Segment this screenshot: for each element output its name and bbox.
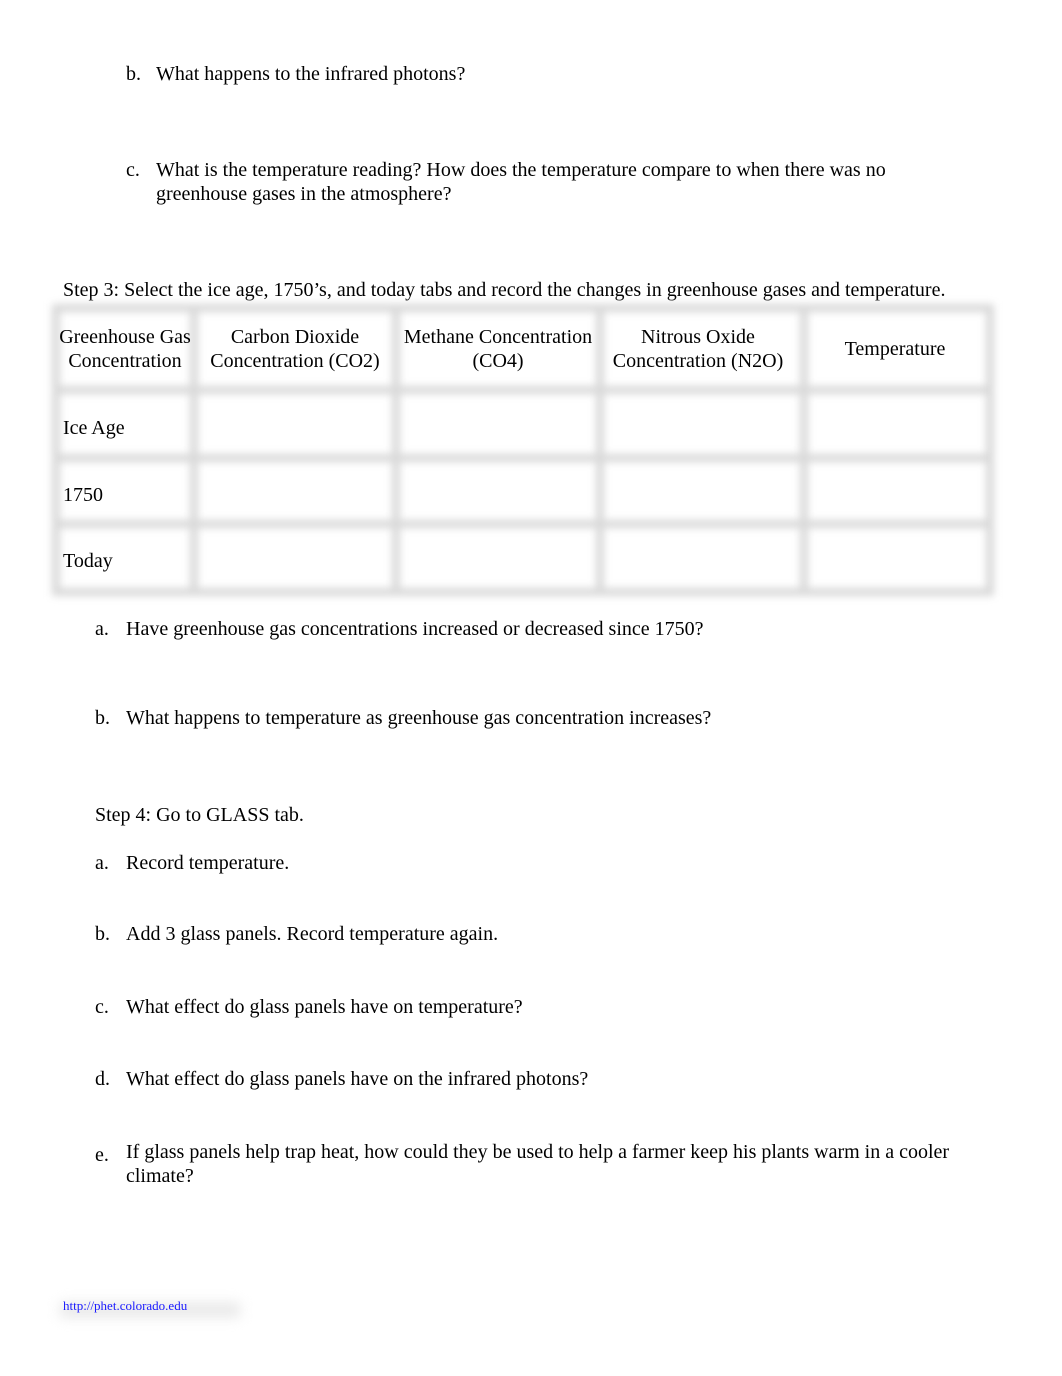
question-item: a. Record temperature. bbox=[95, 851, 995, 875]
table-header-cell: Temperature bbox=[844, 338, 946, 360]
question-text: Record temperature. bbox=[126, 852, 290, 874]
question-text: Add 3 glass panels. Record temperature a… bbox=[126, 923, 499, 945]
question-text: What effect do glass panels have on the … bbox=[126, 1068, 589, 1090]
question-marker: b. bbox=[95, 707, 110, 729]
table-header-cell: Nitrous Oxide Concentration (N2O) bbox=[612, 326, 784, 372]
table-cell-input[interactable] bbox=[808, 392, 986, 454]
table-cell-input[interactable] bbox=[198, 460, 392, 520]
table-cell-input[interactable] bbox=[198, 526, 392, 588]
step4-instruction: Step 4: Go to GLASS tab. bbox=[95, 804, 304, 826]
table-cell-input[interactable] bbox=[604, 460, 800, 520]
footer-link[interactable]: http://phet.colorado.edu bbox=[63, 1298, 187, 1314]
table-cell-input[interactable] bbox=[198, 392, 392, 454]
question-marker: c. bbox=[126, 159, 140, 181]
question-marker: b. bbox=[126, 63, 141, 85]
greenhouse-gas-table: Greenhouse Gas Concentration Carbon Diox… bbox=[52, 304, 994, 596]
table-cell-input[interactable] bbox=[400, 526, 596, 588]
question-marker: b. bbox=[95, 923, 110, 945]
table-header-cell: Carbon Dioxide Concentration (CO2) bbox=[210, 326, 380, 372]
question-item: e. If glass panels help trap heat, how c… bbox=[95, 1140, 995, 1188]
question-item: b. What happens to the infrared photons? bbox=[126, 62, 986, 86]
question-item: c. What is the temperature reading? How … bbox=[126, 158, 956, 206]
table-cell-input[interactable] bbox=[604, 526, 800, 588]
step3-instruction: Step 3: Select the ice age, 1750’s, and … bbox=[63, 279, 946, 301]
question-text: What is the temperature reading? How doe… bbox=[156, 159, 886, 205]
table-header-cell: Greenhouse Gas Concentration bbox=[59, 326, 191, 372]
question-marker: c. bbox=[95, 996, 109, 1018]
table-row-label: 1750 bbox=[63, 484, 103, 506]
table-cell-input[interactable] bbox=[808, 526, 986, 588]
table-cell-input[interactable] bbox=[400, 460, 596, 520]
table-cell-input[interactable] bbox=[808, 460, 986, 520]
table-row-label: Ice Age bbox=[63, 417, 125, 439]
question-text: If glass panels help trap heat, how coul… bbox=[126, 1141, 950, 1187]
table-header-cell: Methane Concentration (CO4) bbox=[403, 326, 593, 372]
table-cell-input[interactable] bbox=[604, 392, 800, 454]
question-marker: d. bbox=[95, 1068, 110, 1090]
question-text: What happens to the infrared photons? bbox=[156, 63, 466, 85]
table-cell-input[interactable] bbox=[400, 392, 596, 454]
question-text: What happens to temperature as greenhous… bbox=[126, 707, 712, 729]
question-marker: a. bbox=[95, 852, 109, 874]
question-item: d. What effect do glass panels have on t… bbox=[95, 1067, 995, 1091]
question-text: Have greenhouse gas concentrations incre… bbox=[126, 618, 704, 640]
question-marker: a. bbox=[95, 618, 109, 640]
question-text: What effect do glass panels have on temp… bbox=[126, 996, 523, 1018]
question-item: b. What happens to temperature as greenh… bbox=[95, 706, 995, 730]
question-item: c. What effect do glass panels have on t… bbox=[95, 995, 995, 1019]
question-item: b. Add 3 glass panels. Record temperatur… bbox=[95, 922, 995, 946]
question-marker: e. bbox=[95, 1144, 109, 1166]
table-row-label: Today bbox=[63, 550, 113, 572]
question-item: a. Have greenhouse gas concentrations in… bbox=[95, 617, 995, 641]
